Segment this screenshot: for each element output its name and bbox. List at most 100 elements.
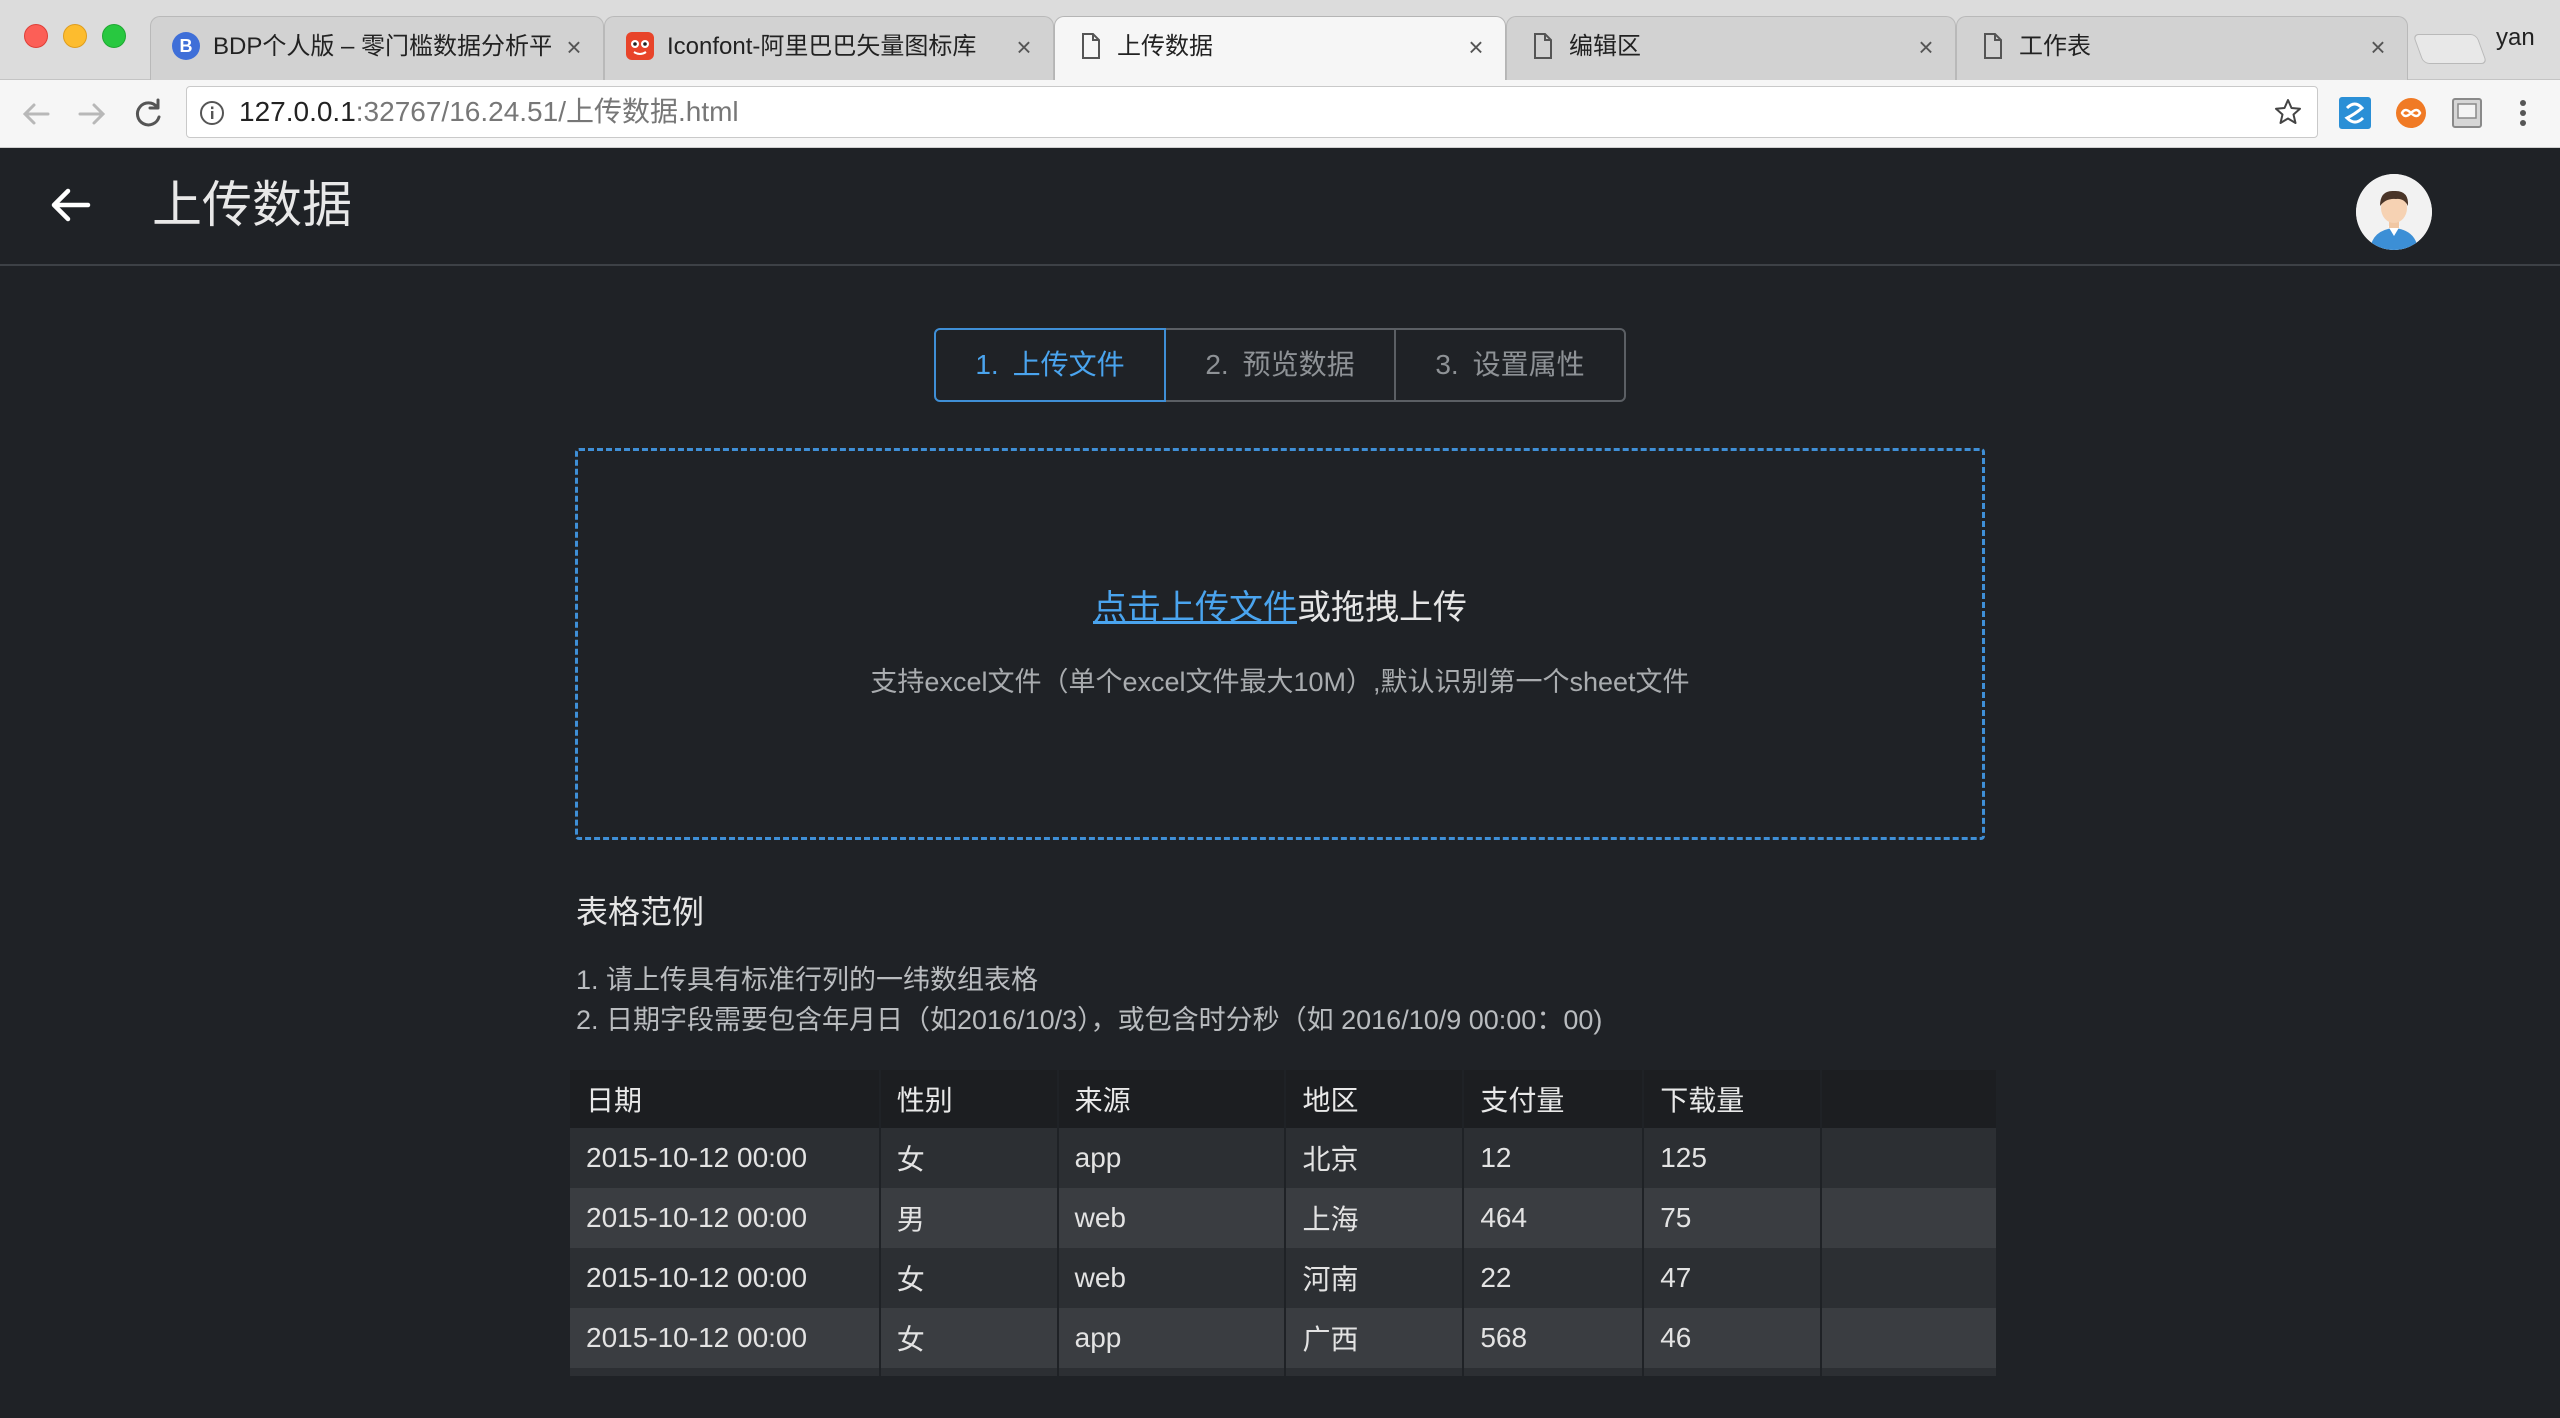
user-avatar[interactable] bbox=[2356, 174, 2432, 250]
infinity-extension-icon[interactable] bbox=[2392, 94, 2430, 132]
table-cell bbox=[879, 1368, 1059, 1376]
table-cell bbox=[1643, 1368, 1823, 1376]
url-host: 127.0.0.1 bbox=[239, 96, 356, 127]
column-header: 下载量 bbox=[1643, 1070, 1823, 1128]
example-section-title: 表格范例 bbox=[576, 894, 705, 930]
browser-tab-iconfont[interactable]: Iconfont-阿里巴巴矢量图标库 × bbox=[604, 16, 1054, 80]
column-header: 性别 bbox=[879, 1070, 1059, 1128]
table-cell: 女 bbox=[879, 1128, 1059, 1188]
column-header: 日期 bbox=[570, 1070, 881, 1128]
step-label: 上传文件 bbox=[1012, 349, 1125, 380]
step-label: 预览数据 bbox=[1242, 349, 1355, 380]
step-indicator: 1. 上传文件 2. 预览数据 3. 设置属性 bbox=[934, 328, 1626, 402]
table-header-row: 日期 性别 来源 地区 支付量 下载量 bbox=[570, 1070, 1998, 1128]
table-row: 2015-10-12 00:00 男 web 上海 464 75 bbox=[570, 1188, 1998, 1248]
reload-icon[interactable] bbox=[124, 90, 172, 138]
tab-title: Iconfont-阿里巴巴矢量图标库 bbox=[667, 33, 977, 60]
tab-close-icon[interactable]: × bbox=[559, 30, 589, 64]
upload-hint: 支持excel文件（单个excel文件最大10M）,默认识别第一个sheet文件 bbox=[870, 667, 1690, 697]
browser-tab-strip: B BDP个人版 – 零门槛数据分析平 × Iconfont-阿里巴巴矢量图标库… bbox=[0, 0, 2560, 82]
table-cell bbox=[1821, 1188, 1998, 1248]
column-header: 地区 bbox=[1285, 1070, 1465, 1128]
table-cell: 125 bbox=[1643, 1128, 1823, 1188]
new-tab-button[interactable] bbox=[2412, 34, 2488, 64]
tab-close-icon[interactable]: × bbox=[1911, 30, 1941, 64]
table-cell bbox=[1821, 1248, 1998, 1308]
upload-file-link[interactable]: 点击上传文件 bbox=[1093, 589, 1297, 627]
bookmark-star-icon[interactable] bbox=[2273, 97, 2303, 127]
tab-title: 编辑区 bbox=[1569, 33, 1641, 60]
step-label: 设置属性 bbox=[1472, 349, 1585, 380]
table-cell: 2015-10-12 00:00 bbox=[570, 1308, 881, 1368]
document-icon bbox=[1082, 33, 1100, 59]
table-cell: 男 bbox=[879, 1188, 1059, 1248]
window-maximize-button[interactable] bbox=[102, 24, 126, 48]
step-preview-data[interactable]: 2. 预览数据 bbox=[1164, 328, 1396, 402]
browser-tab-upload-data[interactable]: 上传数据 × bbox=[1054, 16, 1506, 82]
table-cell: 22 bbox=[1463, 1248, 1645, 1308]
back-arrow-icon[interactable] bbox=[44, 178, 98, 232]
table-cell: 75 bbox=[1643, 1188, 1823, 1248]
table-cell bbox=[1463, 1368, 1645, 1376]
step-number: 2. bbox=[1205, 349, 1229, 380]
table-cell bbox=[570, 1368, 881, 1376]
table-cell: 12 bbox=[1463, 1128, 1645, 1188]
document-icon bbox=[1534, 33, 1552, 59]
url-path: :32767/16.24.51/上传数据.html bbox=[355, 96, 739, 127]
info-icon[interactable] bbox=[199, 100, 225, 126]
profile-name[interactable]: yan bbox=[2496, 22, 2535, 54]
upload-dropzone[interactable]: 点击上传文件或拖拽上传 支持excel文件（单个excel文件最大10M）,默认… bbox=[575, 448, 1985, 840]
table-cell: 广西 bbox=[1285, 1308, 1465, 1368]
menu-kebab-icon[interactable] bbox=[2504, 94, 2542, 132]
step-number: 1. bbox=[975, 349, 999, 380]
forward-arrow-icon[interactable] bbox=[68, 90, 116, 138]
tab-title: BDP个人版 – 零门槛数据分析平 bbox=[213, 33, 551, 60]
example-notes: 1. 请上传具有标准行列的一纬数组表格 2. 日期字段需要包含年月日（如2016… bbox=[576, 960, 1602, 1040]
window-minimize-button[interactable] bbox=[63, 24, 87, 48]
column-header bbox=[1821, 1070, 1998, 1128]
avatar-icon bbox=[2356, 174, 2432, 250]
table-row: 2015-10-12 00:00 女 web 河南 22 47 bbox=[570, 1248, 1998, 1308]
iconfont-favicon-icon bbox=[626, 32, 654, 60]
browser-tab-worksheet[interactable]: 工作表 × bbox=[1956, 16, 2408, 80]
tab-close-icon[interactable]: × bbox=[1009, 30, 1039, 64]
url-text: 127.0.0.1:32767/16.24.51/上传数据.html bbox=[239, 87, 739, 137]
table-cell: 女 bbox=[879, 1308, 1059, 1368]
sogou-extension-icon[interactable] bbox=[2336, 94, 2374, 132]
step-number: 3. bbox=[1435, 349, 1459, 380]
address-bar[interactable]: 127.0.0.1:32767/16.24.51/上传数据.html bbox=[186, 86, 2318, 138]
tab-title: 上传数据 bbox=[1117, 33, 1213, 60]
step-set-properties[interactable]: 3. 设置属性 bbox=[1394, 328, 1626, 402]
table-cell bbox=[1821, 1308, 1998, 1368]
column-header: 支付量 bbox=[1463, 1070, 1645, 1128]
table-cell: 上海 bbox=[1285, 1188, 1465, 1248]
window-close-button[interactable] bbox=[24, 24, 48, 48]
upload-instruction: 点击上传文件或拖拽上传 bbox=[578, 585, 1982, 631]
tab-close-icon[interactable]: × bbox=[2363, 30, 2393, 64]
screenshot-extension-icon[interactable] bbox=[2448, 94, 2486, 132]
table-cell: web bbox=[1057, 1248, 1287, 1308]
table-cell: app bbox=[1057, 1128, 1287, 1188]
document-icon bbox=[1984, 33, 2002, 59]
app-header: 上传数据 bbox=[0, 148, 2560, 266]
table-cell: 568 bbox=[1463, 1308, 1645, 1368]
page-title: 上传数据 bbox=[152, 177, 352, 233]
table-cell: 北京 bbox=[1285, 1128, 1465, 1188]
browser-tab-edit-area[interactable]: 编辑区 × bbox=[1506, 16, 1956, 80]
browser-toolbar: 127.0.0.1:32767/16.24.51/上传数据.html bbox=[0, 80, 2560, 148]
note-item: 1. 请上传具有标准行列的一纬数组表格 bbox=[576, 965, 1039, 995]
back-arrow-icon[interactable] bbox=[12, 90, 60, 138]
table-cell: 2015-10-12 00:00 bbox=[570, 1248, 881, 1308]
table-cell bbox=[1057, 1368, 1287, 1376]
table-cell: 46 bbox=[1643, 1308, 1823, 1368]
note-item: 2. 日期字段需要包含年月日（如2016/10/3），或包含时分秒（如 2016… bbox=[576, 1005, 1603, 1035]
tab-close-icon[interactable]: × bbox=[1461, 30, 1491, 64]
table-cell bbox=[1821, 1128, 1998, 1188]
table-cell: app bbox=[1057, 1308, 1287, 1368]
drag-upload-text: 或拖拽上传 bbox=[1297, 589, 1467, 627]
table-cell: 464 bbox=[1463, 1188, 1645, 1248]
table-cell: web bbox=[1057, 1188, 1287, 1248]
step-upload-file[interactable]: 1. 上传文件 bbox=[934, 328, 1166, 402]
table-cell: 河南 bbox=[1285, 1248, 1465, 1308]
browser-tab-bdp[interactable]: B BDP个人版 – 零门槛数据分析平 × bbox=[150, 16, 604, 80]
